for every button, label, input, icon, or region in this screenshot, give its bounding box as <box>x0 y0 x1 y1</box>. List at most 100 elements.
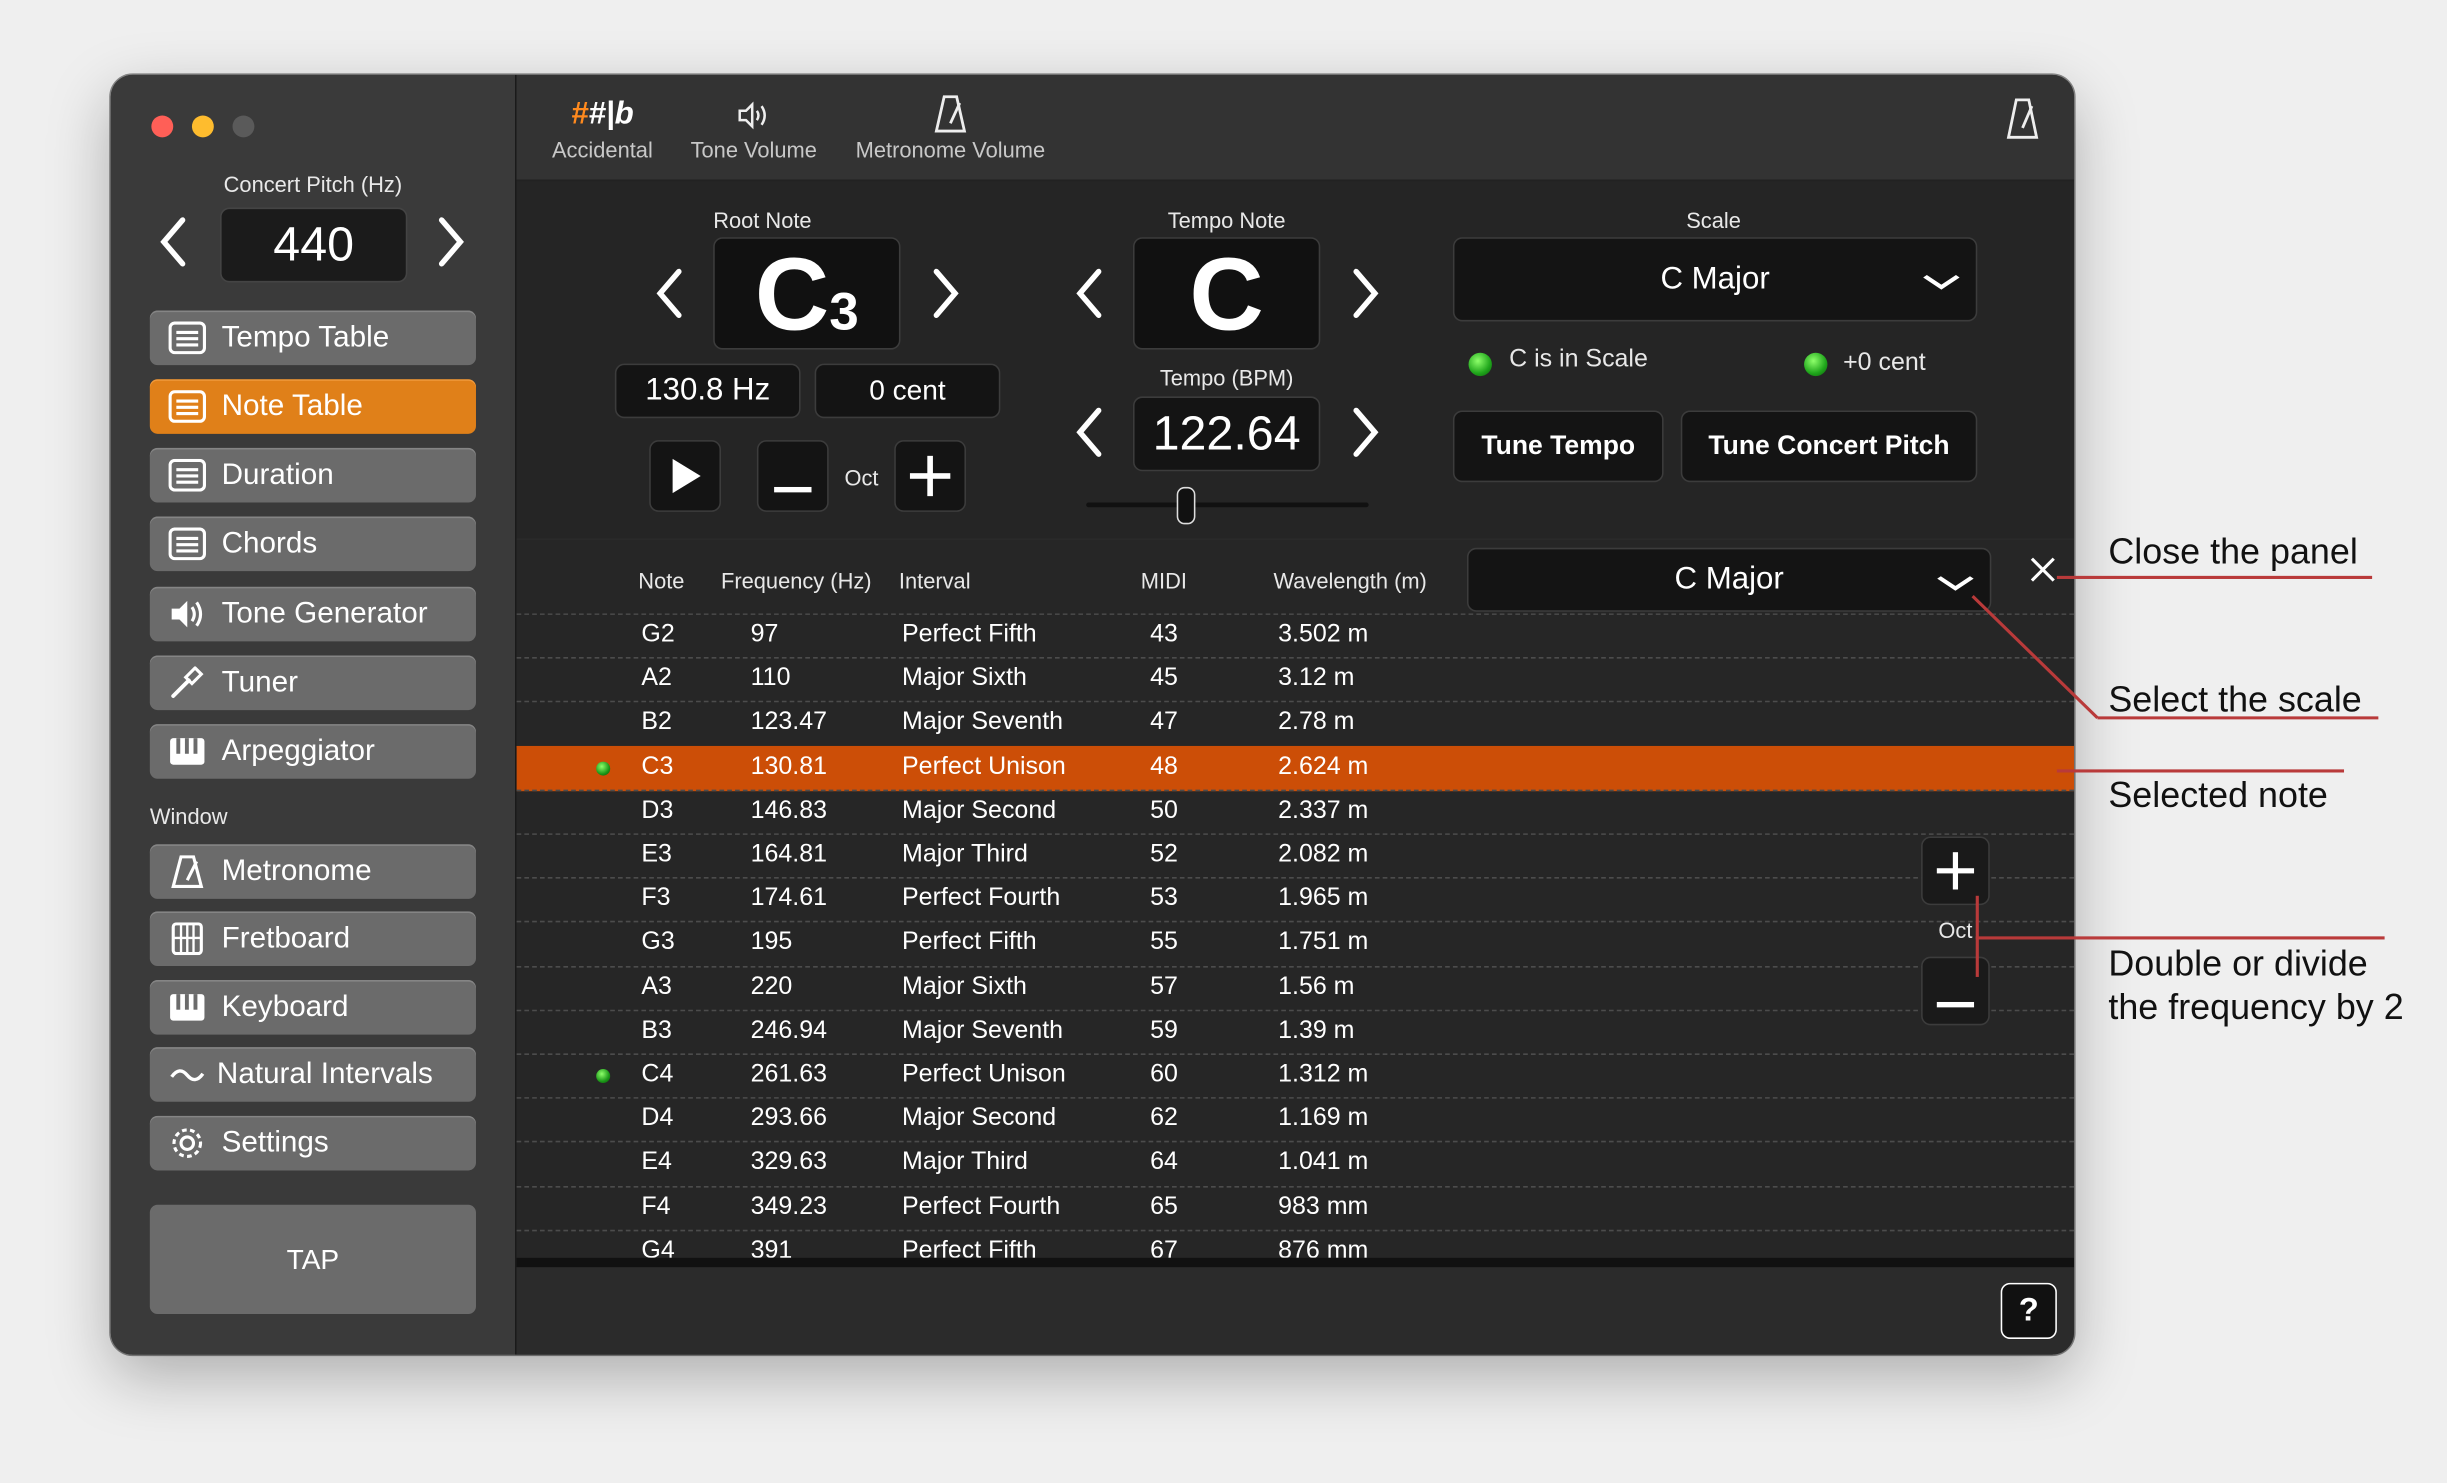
cell-wavelength: 1.312 m <box>1278 1061 1369 1088</box>
cell-interval: Perfect Fifth <box>902 621 1037 648</box>
column-header-midi: MIDI <box>1140 568 1187 594</box>
list-icon <box>168 527 206 561</box>
cell-midi: 52 <box>1150 841 1178 868</box>
cell-freq: 164.81 <box>750 841 828 868</box>
cell-interval: Major Sixth <box>902 665 1027 692</box>
sidebar-item-natural-intervals[interactable]: Natural Intervals <box>149 1047 476 1102</box>
cent-indicator <box>1804 352 1828 377</box>
sidebar-item-note-table[interactable]: Note Table <box>149 379 476 434</box>
sidebar-item-label: Tempo Table <box>221 321 390 355</box>
root-note-display[interactable]: C3 <box>713 237 901 350</box>
cell-interval: Perfect Unison <box>902 1061 1066 1088</box>
concert-pitch-increase-icon[interactable] <box>434 215 468 277</box>
table-row[interactable]: C4 261.63 Perfect Unison 60 1.312 m <box>516 1053 2075 1098</box>
close-panel-icon[interactable] <box>2029 556 2057 592</box>
metronome-icon[interactable] <box>2005 97 2039 148</box>
table-octave-down-button[interactable] <box>1921 956 1990 1026</box>
tune-tempo-button[interactable]: Tune Tempo <box>1452 410 1664 483</box>
sidebar-item-tuner[interactable]: Tuner <box>149 655 476 711</box>
sidebar-item-label: Duration <box>221 458 334 492</box>
sidebar-item-duration[interactable]: Duration <box>149 447 476 503</box>
cell-midi: 59 <box>1150 1017 1178 1044</box>
tempo-slider[interactable] <box>1086 486 1369 525</box>
app-window: Concert Pitch (Hz) 440 Tempo Table Note … <box>110 74 2075 1355</box>
tone-volume-button[interactable]: Tone Volume <box>685 91 822 162</box>
cell-interval: Major Second <box>902 797 1057 824</box>
octave-down-button[interactable] <box>756 440 829 512</box>
table-row[interactable]: A3 220 Major Sixth 57 1.56 m <box>516 965 2075 1010</box>
annotation-double-divide-line2: the frequency by 2 <box>2108 986 2404 1027</box>
cell-note: A2 <box>641 665 672 692</box>
sidebar-item-label: Keyboard <box>221 990 349 1024</box>
accidental-button[interactable]: ##|b Accidental <box>545 91 660 163</box>
cell-interval: Perfect Unison <box>902 753 1066 780</box>
sidebar-item-tone-generator[interactable]: Tone Generator <box>149 586 476 642</box>
play-button[interactable] <box>649 440 721 512</box>
cell-note: A3 <box>641 973 672 1000</box>
tempo-bpm-decrease-icon[interactable] <box>1072 406 1106 468</box>
zoom-window-button[interactable] <box>232 115 255 138</box>
tempo-bpm-label: Tempo (BPM) <box>1159 365 1294 391</box>
cell-freq: 220 <box>750 973 793 1000</box>
annotation-select-scale: Select the scale <box>2108 678 2362 720</box>
minimize-window-button[interactable] <box>191 115 214 138</box>
table-row[interactable]: G4 391 Perfect Fifth 67 876 mm <box>516 1229 2075 1258</box>
sidebar-item-label: Tuner <box>221 666 298 700</box>
table-row[interactable]: D3 146.83 Major Second 50 2.337 m <box>516 789 2075 834</box>
tempo-note-decrease-icon[interactable] <box>1072 267 1106 329</box>
tune-concert-pitch-button[interactable]: Tune Concert Pitch <box>1680 410 1978 483</box>
table-row[interactable]: D4 293.66 Major Second 62 1.169 m <box>516 1097 2075 1142</box>
tempo-bpm-value[interactable]: 122.64 <box>1132 396 1321 472</box>
tap-button[interactable]: TAP <box>149 1204 476 1315</box>
table-row[interactable]: E3 164.81 Major Third 52 2.082 m <box>516 833 2075 878</box>
octave-up-button[interactable] <box>894 440 967 512</box>
sidebar-item-tempo-table[interactable]: Tempo Table <box>149 310 476 366</box>
table-row[interactable]: A2 110 Major Sixth 45 3.12 m <box>516 657 2075 702</box>
close-window-button[interactable] <box>151 115 174 138</box>
table-octave-up-button[interactable] <box>1921 836 1990 906</box>
sidebar-item-settings[interactable]: Settings <box>149 1115 476 1171</box>
sidebar-item-keyboard[interactable]: Keyboard <box>149 980 476 1035</box>
tempo-slider-thumb[interactable] <box>1177 486 1196 525</box>
tempo-note-label: Tempo Note <box>1167 207 1286 233</box>
column-header-frequency: Frequency (Hz) <box>720 568 872 594</box>
root-note-increase-icon[interactable] <box>929 267 963 329</box>
tuner-icon <box>169 665 206 699</box>
help-button[interactable]: ? <box>2000 1282 2057 1339</box>
table-row[interactable]: G2 97 Perfect Fifth 43 3.502 m <box>516 613 2075 658</box>
table-row[interactable]: F3 174.61 Perfect Fourth 53 1.965 m <box>516 877 2075 922</box>
sidebar-item-chords[interactable]: Chords <box>149 516 476 572</box>
tempo-bpm-increase-icon[interactable] <box>1348 406 1382 468</box>
toolbar: ##|b Accidental Tone Volume Metronome Vo… <box>516 74 2075 182</box>
piano-icon <box>169 991 206 1024</box>
tempo-note-increase-icon[interactable] <box>1348 267 1382 329</box>
tempo-note-display[interactable]: C <box>1132 235 1321 352</box>
metronome-volume-button[interactable]: Metronome Volume <box>847 91 1053 162</box>
cell-midi: 43 <box>1150 621 1178 648</box>
annotation-double-divide-line1: Double or divide <box>2108 942 2368 984</box>
cell-note: C3 <box>641 753 674 780</box>
cell-wavelength: 2.78 m <box>1278 709 1355 736</box>
concert-pitch-decrease-icon[interactable] <box>156 215 190 277</box>
table-row[interactable]: F4 349.23 Perfect Fourth 65 983 mm <box>516 1185 2075 1230</box>
cell-freq: 174.61 <box>750 885 828 912</box>
table-row[interactable]: G3 195 Perfect Fifth 55 1.751 m <box>516 921 2075 966</box>
sidebar-item-arpeggiator[interactable]: Arpeggiator <box>149 724 476 779</box>
root-note-decrease-icon[interactable] <box>652 267 686 329</box>
table-row[interactable]: B2 123.47 Major Seventh 47 2.78 m <box>516 701 2075 746</box>
cell-midi: 65 <box>1150 1193 1178 1220</box>
concert-pitch-value[interactable]: 440 <box>220 207 408 283</box>
table-row[interactable]: B3 246.94 Major Seventh 59 1.39 m <box>516 1009 2075 1054</box>
cell-freq: 110 <box>750 665 791 692</box>
table-row[interactable]: E4 329.63 Major Third 64 1.041 m <box>516 1141 2075 1186</box>
table-scale-dropdown[interactable]: C Major <box>1466 547 1992 612</box>
cell-note: D3 <box>641 797 674 824</box>
accidental-label: Accidental <box>551 137 653 163</box>
sidebar-item-metronome[interactable]: Metronome <box>149 844 476 899</box>
sidebar-item-fretboard[interactable]: Fretboard <box>149 911 476 967</box>
cell-wavelength: 2.337 m <box>1278 797 1369 824</box>
scale-dropdown[interactable]: C Major <box>1452 237 1978 322</box>
column-header-interval: Interval <box>898 568 971 594</box>
table-row-selected[interactable]: C3 130.81 Perfect Unison 48 2.624 m <box>516 745 2075 791</box>
tempo-note-letter: C <box>1189 235 1264 352</box>
